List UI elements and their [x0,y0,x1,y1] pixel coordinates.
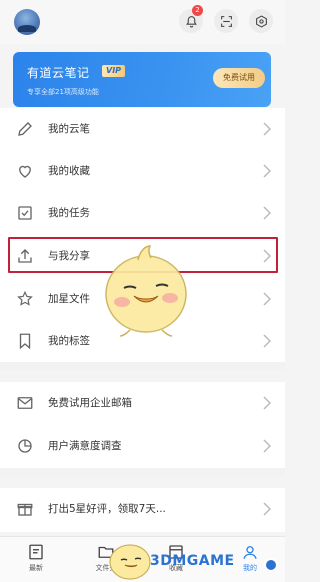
vip-banner[interactable]: 有道云笔记 VIP 专享全部21项高级功能 免费试用 [13,52,271,107]
watermark-mascot-icon [109,544,151,580]
vip-subtitle: 专享全部21项高级功能 [27,88,99,96]
gift-icon [17,503,33,516]
vip-title: 有道云笔记 [27,66,90,80]
menu-item-label: 我的标签 [48,335,90,347]
chevron-right-icon [263,206,271,220]
star-icon [17,290,33,306]
pie-chart-icon [18,439,32,453]
chevron-right-icon [263,292,271,306]
chevron-right-icon [263,502,271,516]
menu-item-rate-app[interactable]: 打出5星好评，领取7天... [0,488,285,530]
chevron-right-icon [263,334,271,348]
menu-item-label: 免费试用企业邮箱 [48,397,132,409]
menu-item-tasks[interactable]: 我的任务 [0,192,285,234]
menu-item-my-notes[interactable]: 我的云笔 [0,108,285,150]
user-avatar[interactable] [14,9,40,35]
notification-button[interactable]: 2 [179,5,203,33]
free-trial-button[interactable]: 免费试用 [213,68,265,88]
menu-group-2: 免费试用企业邮箱 用户满意度调查 [0,382,285,468]
tab-latest[interactable]: 最新 [8,543,64,573]
menu-item-label: 加星文件 [48,293,90,305]
section-divider [0,362,285,370]
menu-item-label: 打出5星好评，领取7天... [48,503,166,515]
chevron-right-icon [263,164,271,178]
settings-button[interactable] [249,9,273,33]
chevron-right-icon [263,122,271,136]
section-divider [0,468,285,476]
share-upload-icon [18,249,32,263]
heart-icon [19,165,31,178]
menu-item-label: 用户满意度调查 [48,440,122,452]
doc-list-icon [29,544,43,560]
mascot-chick-sticker [105,245,187,337]
menu-item-favorites[interactable]: 我的收藏 [0,150,285,192]
settings-icon [255,14,267,28]
bookmark-icon [19,333,31,350]
menu-item-label: 我的云笔 [48,123,90,135]
checkbox-icon [18,206,32,220]
watermark-text: 3DMGAME [150,553,235,569]
menu-item-label: 与我分享 [48,250,90,262]
top-header: 2 [0,0,285,44]
chevron-right-icon [263,439,271,453]
menu-item-label: 我的收藏 [48,165,90,177]
profile-icon [243,546,257,559]
scan-button[interactable] [214,9,238,33]
scan-icon [220,15,232,27]
menu-group-3: 打出5星好评，领取7天... [0,488,285,532]
bell-icon [185,15,197,27]
tab-label: 最新 [29,564,43,572]
pencil-icon [18,122,32,136]
mail-icon [17,397,33,409]
chevron-right-icon [263,396,271,410]
watermark-ball-icon [264,558,278,572]
chevron-right-icon [263,249,271,263]
vip-tag: VIP [102,65,126,77]
menu-item-label: 我的任务 [48,207,90,219]
notification-badge: 2 [192,5,203,16]
menu-item-enterprise-mail[interactable]: 免费试用企业邮箱 [0,382,285,424]
menu-item-satisfaction-survey[interactable]: 用户满意度调查 [0,425,285,467]
